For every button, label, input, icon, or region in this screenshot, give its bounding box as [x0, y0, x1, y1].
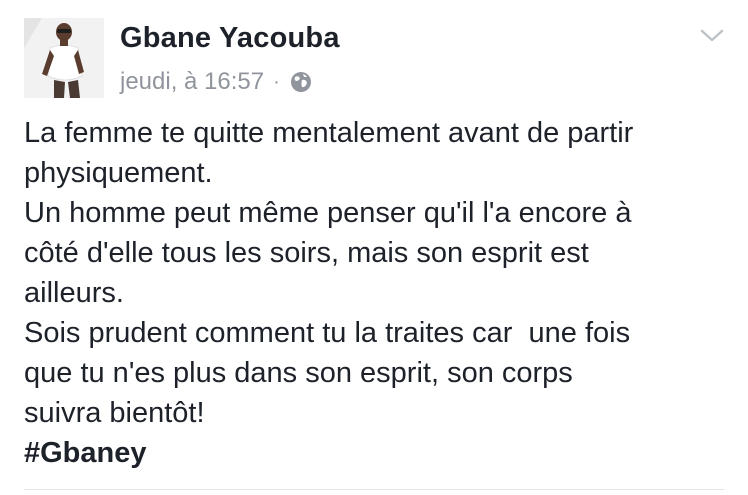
post-meta: jeudi, à 16:57 · — [120, 68, 312, 96]
post-text: La femme te quitte mentalement avant de … — [24, 113, 736, 473]
author-name[interactable]: Gbane Yacouba — [120, 22, 340, 55]
profile-photo — [24, 18, 104, 98]
facebook-post: Gbane Yacouba jeudi, à 16:57 · La femme … — [0, 0, 748, 495]
post-text-line: physiquement. — [24, 157, 213, 189]
globe-icon[interactable] — [290, 71, 312, 93]
avatar[interactable] — [24, 18, 104, 98]
post-text-line: Sois prudent comment tu la traites car u… — [24, 317, 631, 349]
post-text-line: ailleurs. — [24, 277, 124, 309]
hashtag-link[interactable]: #Gbaney — [24, 433, 736, 473]
meta-separator: · — [273, 70, 280, 93]
post-text-line: que tu n'es plus dans son esprit, son co… — [24, 357, 573, 389]
post-text-line: Un homme peut même penser qu'il l'a enco… — [24, 197, 632, 229]
chevron-down-icon[interactable] — [698, 26, 726, 46]
post-text-line: La femme te quitte mentalement avant de … — [24, 117, 634, 149]
post-text-line: suivra bientôt! — [24, 397, 205, 429]
divider — [24, 489, 724, 490]
post-text-line: côté d'elle tous les soirs, mais son esp… — [24, 237, 589, 269]
post-timestamp[interactable]: jeudi, à 16:57 — [120, 68, 264, 96]
